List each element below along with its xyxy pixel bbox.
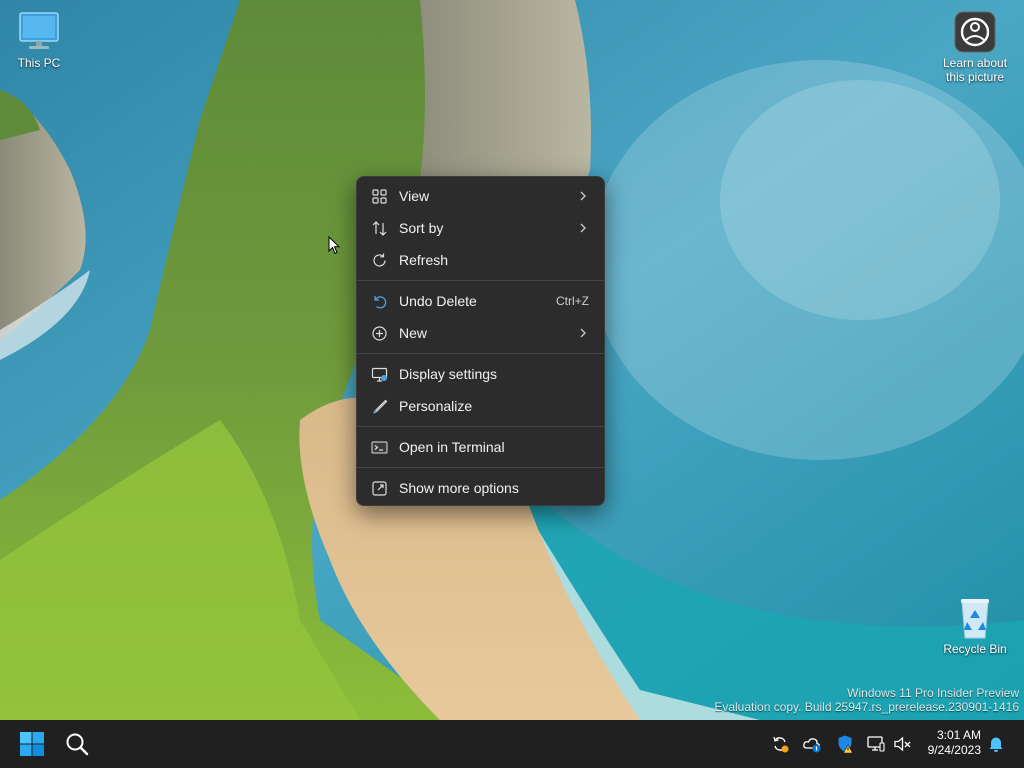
refresh-icon <box>373 253 386 267</box>
menu-item-refresh-label: Refresh <box>399 252 449 268</box>
windows-logo-icon <box>20 732 44 756</box>
chevron-right-icon <box>580 223 586 233</box>
menu-item-display-settings-label: Display settings <box>399 366 498 382</box>
notification-bell-icon[interactable] <box>986 734 1006 754</box>
menu-separator <box>357 280 604 281</box>
menu-item-undo-delete-label: Undo Delete <box>399 293 477 309</box>
menu-separator <box>357 467 604 468</box>
monitor-icon <box>19 12 59 49</box>
search-icon <box>66 733 89 756</box>
recycle-bin-label: Recycle Bin <box>943 642 1007 656</box>
volume-muted-icon[interactable] <box>893 734 913 754</box>
menu-item-show-more-options-label: Show more options <box>399 480 519 496</box>
camera-lens-icon <box>954 11 996 53</box>
learn-label-line1: Learn about <box>942 56 1008 70</box>
clock-time: 3:01 AM <box>936 728 981 742</box>
menu-item-display-settings[interactable]: Display settings <box>357 358 604 390</box>
terminal-icon <box>371 441 388 454</box>
this-pc-label: This PC <box>17 56 61 70</box>
undo-shortcut: Ctrl+Z <box>556 294 589 308</box>
menu-separator <box>357 426 604 427</box>
recycle-bin-shortcut[interactable]: Recycle Bin <box>937 596 1013 656</box>
menu-item-sort-by[interactable]: Sort by <box>357 212 604 244</box>
search-button[interactable] <box>61 728 93 760</box>
menu-item-personalize[interactable]: Personalize <box>357 390 604 422</box>
menu-item-open-in-terminal[interactable]: Open in Terminal <box>357 431 604 463</box>
network-display-icon[interactable] <box>866 734 886 754</box>
brush-icon <box>373 399 388 414</box>
sort-icon <box>372 221 387 236</box>
recycle-bin-icon <box>961 599 989 639</box>
evaluation-watermark: Windows 11 Pro Insider Preview Evaluatio… <box>714 686 1019 714</box>
taskbar: 3:01 AM 9/24/2023 <box>0 720 1024 768</box>
watermark-line1: Windows 11 Pro Insider Preview <box>847 686 1019 700</box>
undo-icon <box>374 296 387 309</box>
menu-item-open-in-terminal-label: Open in Terminal <box>399 439 505 455</box>
menu-item-show-more-options[interactable]: Show more options <box>357 472 604 504</box>
plus-circle-icon <box>372 326 387 341</box>
learn-about-picture-shortcut[interactable]: Learn about this picture <box>937 10 1013 84</box>
desktop-context-menu: View Sort by Refresh Undo Delete Ctrl+Z … <box>356 176 605 506</box>
menu-item-new-label: New <box>399 325 428 341</box>
watermark-line2: Evaluation copy. Build 25947.rs_prerelea… <box>714 700 1019 714</box>
taskbar-clock[interactable]: 3:01 AM 9/24/2023 <box>928 728 981 758</box>
learn-label-line2: this picture <box>945 70 1005 84</box>
menu-item-view[interactable]: View <box>357 180 604 212</box>
menu-item-view-label: View <box>399 188 430 204</box>
onedrive-cloud-icon[interactable] <box>802 734 822 754</box>
menu-item-sort-by-label: Sort by <box>399 220 444 236</box>
expand-icon <box>372 481 387 496</box>
menu-separator <box>357 353 604 354</box>
clock-date: 9/24/2023 <box>927 743 981 757</box>
this-pc-shortcut[interactable]: This PC <box>1 10 77 70</box>
mouse-cursor-icon <box>328 236 340 255</box>
security-shield-warning-icon[interactable] <box>835 734 855 754</box>
display-icon <box>371 367 388 382</box>
sync-update-icon[interactable] <box>770 734 790 754</box>
grid-icon <box>372 189 387 204</box>
chevron-right-icon <box>580 191 586 201</box>
menu-item-refresh[interactable]: Refresh <box>357 244 604 276</box>
menu-item-personalize-label: Personalize <box>399 398 473 414</box>
menu-item-undo-delete[interactable]: Undo Delete Ctrl+Z <box>357 285 604 317</box>
start-button[interactable] <box>16 728 48 760</box>
menu-item-new[interactable]: New <box>357 317 604 349</box>
chevron-right-icon <box>580 328 586 338</box>
